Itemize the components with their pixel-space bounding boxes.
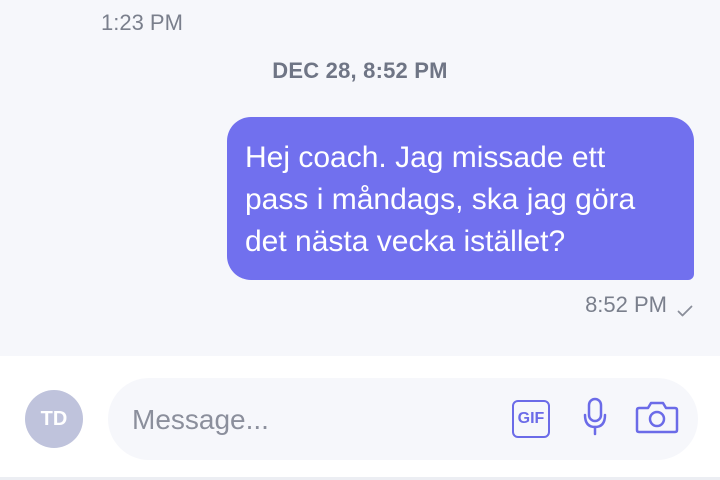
message-composer: GIF xyxy=(108,378,698,462)
avatar-initials: TD xyxy=(40,407,68,430)
avatar[interactable]: TD xyxy=(25,390,83,448)
message-text-line: Hej coach. Jag missade ett xyxy=(245,141,606,174)
gif-label: GIF xyxy=(517,410,545,427)
message-input[interactable] xyxy=(130,378,494,462)
microphone-button[interactable] xyxy=(580,396,610,442)
message-text-line: det nästa vecka istället? xyxy=(245,225,566,258)
message-time: 8:52 PM xyxy=(585,292,667,317)
message-meta: 8:52 PM xyxy=(585,292,693,318)
date-divider: DEC 28, 8:52 PM xyxy=(272,58,448,83)
chat-area: 1:23 PM DEC 28, 8:52 PM Hej coach. Jag m… xyxy=(0,0,720,356)
camera-icon xyxy=(635,399,679,440)
previous-message-time: 1:23 PM xyxy=(101,10,183,35)
camera-button[interactable] xyxy=(634,396,680,442)
outgoing-message-bubble[interactable]: Hej coach. Jag missade ett pass i måndag… xyxy=(227,117,694,280)
message-text-line: pass i måndags, ska jag göra xyxy=(245,183,636,216)
microphone-icon xyxy=(582,397,608,442)
gif-icon: GIF xyxy=(512,400,550,438)
check-icon xyxy=(677,298,693,317)
gif-button[interactable]: GIF xyxy=(510,396,552,442)
